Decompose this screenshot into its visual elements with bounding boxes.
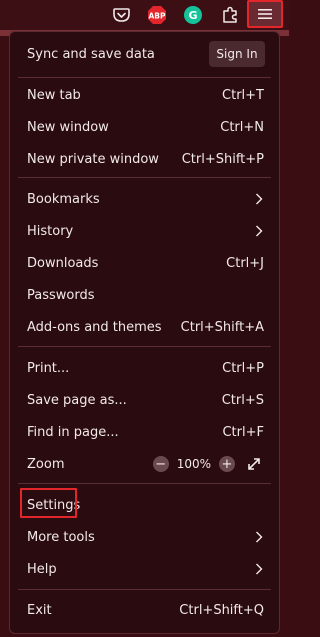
grammarly-icon[interactable]: G bbox=[182, 4, 204, 26]
extensions-icon[interactable] bbox=[219, 4, 241, 26]
hamburger-menu-icon bbox=[258, 9, 272, 19]
separator bbox=[18, 589, 271, 590]
shortcut-text: Ctrl+N bbox=[220, 119, 264, 135]
menu-item-passwords[interactable]: Passwords bbox=[18, 280, 271, 310]
zoom-row: Zoom − 100% + bbox=[18, 449, 271, 479]
sign-in-button[interactable]: Sign In bbox=[209, 41, 265, 67]
menu-item-label: Add-ons and themes bbox=[27, 319, 162, 335]
app-menu-button[interactable] bbox=[247, 0, 283, 28]
browser-toolbar: ABP G bbox=[0, 0, 289, 36]
separator bbox=[18, 346, 271, 347]
menu-item-bookmarks[interactable]: Bookmarks bbox=[18, 184, 271, 214]
zoom-in-button[interactable]: + bbox=[219, 456, 235, 472]
menu-item-label: Print... bbox=[27, 360, 70, 376]
menu-item-label: Find in page... bbox=[27, 424, 119, 440]
menu-item-settings[interactable]: Settings bbox=[18, 490, 271, 520]
menu-item-new-tab[interactable]: New tab Ctrl+T bbox=[18, 80, 271, 110]
shortcut-text: Ctrl+J bbox=[226, 255, 264, 271]
menu-item-label: New window bbox=[27, 119, 109, 135]
menu-item-more-tools[interactable]: More tools bbox=[18, 522, 271, 552]
menu-item-label: Passwords bbox=[27, 287, 95, 303]
menu-item-label: Exit bbox=[27, 602, 52, 618]
adblock-plus-icon[interactable]: ABP bbox=[146, 4, 168, 26]
menu-item-label: Downloads bbox=[27, 255, 99, 271]
fullscreen-icon[interactable] bbox=[247, 457, 261, 471]
menu-item-print[interactable]: Print... Ctrl+P bbox=[18, 353, 271, 383]
abp-text: ABP bbox=[148, 12, 166, 21]
menu-item-new-private-window[interactable]: New private window Ctrl+Shift+P bbox=[18, 144, 271, 174]
menu-item-label: Help bbox=[27, 561, 57, 577]
menu-item-history[interactable]: History bbox=[18, 216, 271, 246]
shortcut-text: Ctrl+P bbox=[222, 360, 264, 376]
menu-item-label: New private window bbox=[27, 151, 159, 167]
menu-item-label: Save page as... bbox=[27, 392, 127, 408]
menu-item-label: New tab bbox=[27, 87, 81, 103]
shortcut-text: Ctrl+Shift+A bbox=[180, 319, 264, 335]
pocket-icon[interactable] bbox=[110, 4, 132, 26]
menu-item-save-page-as[interactable]: Save page as... Ctrl+S bbox=[18, 385, 271, 415]
app-menu-panel: Sync and save data Sign In New tab Ctrl+… bbox=[9, 31, 280, 634]
menu-item-label: History bbox=[27, 223, 74, 239]
zoom-label: Zoom bbox=[27, 456, 65, 472]
chevron-right-icon bbox=[255, 531, 271, 543]
menu-item-label: Settings bbox=[27, 497, 81, 513]
separator bbox=[18, 177, 271, 178]
separator bbox=[18, 77, 271, 78]
menu-item-label: More tools bbox=[27, 529, 95, 545]
menu-item-downloads[interactable]: Downloads Ctrl+J bbox=[18, 248, 271, 278]
shortcut-text: Ctrl+S bbox=[221, 392, 264, 408]
chevron-right-icon bbox=[255, 225, 271, 237]
zoom-out-button[interactable]: − bbox=[152, 456, 169, 472]
separator bbox=[18, 483, 271, 484]
menu-item-exit[interactable]: Exit Ctrl+Shift+Q bbox=[18, 595, 271, 625]
menu-item-addons-themes[interactable]: Add-ons and themes Ctrl+Shift+A bbox=[18, 312, 271, 342]
menu-item-new-window[interactable]: New window Ctrl+N bbox=[18, 112, 271, 142]
chevron-right-icon bbox=[255, 193, 271, 205]
zoom-level-value[interactable]: 100% bbox=[177, 457, 211, 471]
shortcut-text: Ctrl+Shift+Q bbox=[179, 602, 264, 618]
menu-item-label: Bookmarks bbox=[27, 191, 100, 207]
shortcut-text: Ctrl+Shift+P bbox=[181, 151, 264, 167]
menu-item-help[interactable]: Help bbox=[18, 554, 271, 584]
chevron-right-icon bbox=[255, 563, 271, 575]
shortcut-text: Ctrl+T bbox=[222, 87, 264, 103]
menu-item-find-in-page[interactable]: Find in page... Ctrl+F bbox=[18, 417, 271, 447]
shortcut-text: Ctrl+F bbox=[222, 424, 264, 440]
grammarly-text: G bbox=[188, 9, 197, 22]
zoom-controls: − 100% + bbox=[152, 456, 271, 472]
